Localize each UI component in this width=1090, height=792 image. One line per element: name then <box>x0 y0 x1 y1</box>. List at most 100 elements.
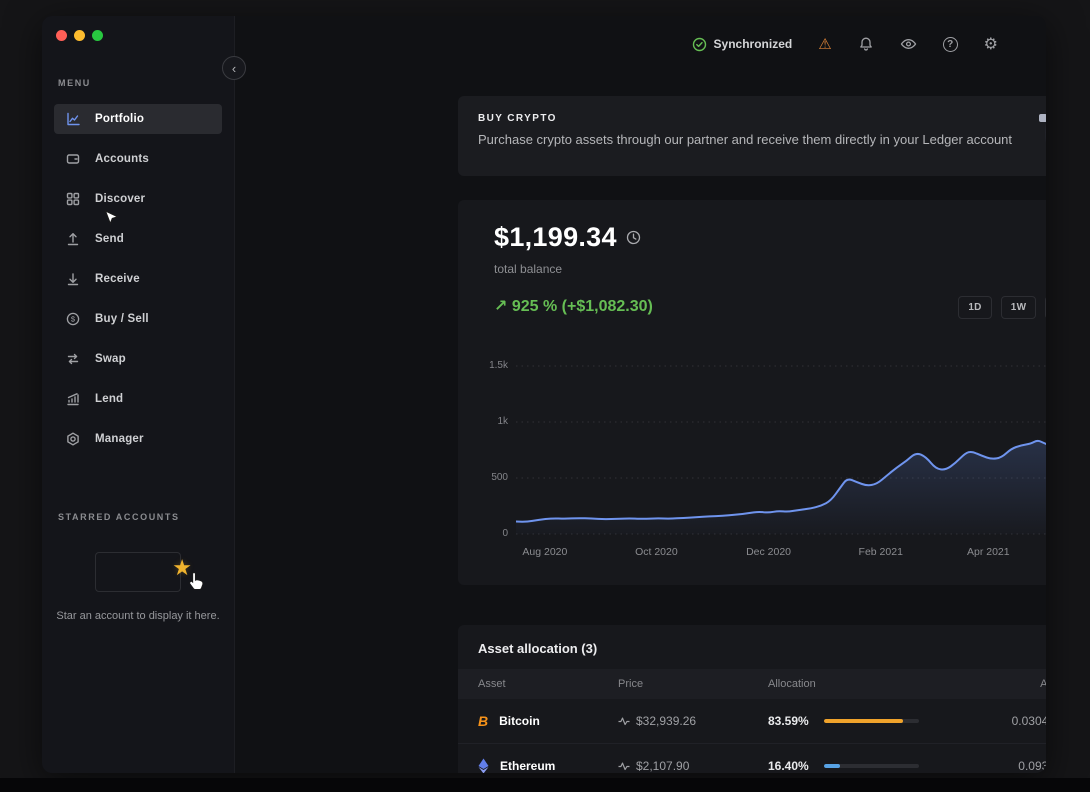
sync-status[interactable]: Synchronized <box>692 37 793 52</box>
send-icon <box>64 232 82 246</box>
x-axis-tick: Feb 2021 <box>859 546 903 558</box>
discover-icon <box>64 192 82 206</box>
balance-panel: $1,199.34 total balance ↗ 925 % (+$1,082… <box>458 200 1046 585</box>
sidebar-item-accounts[interactable]: Accounts <box>54 144 222 174</box>
topbar: Synchronized ⚠ ? ⚙ <box>235 16 1046 72</box>
check-circle-icon <box>692 37 707 52</box>
main-area: Synchronized ⚠ ? ⚙ <box>235 16 1046 773</box>
y-axis-tick: 1k <box>478 416 508 427</box>
banner-description: Purchase crypto assets through our partn… <box>478 132 1012 147</box>
allocation-row-ethereum[interactable]: Ethereum$2,107.9016.40%0.09331 ETH$196.6… <box>458 744 1046 773</box>
banner-title: BUY CRYPTO <box>478 113 557 124</box>
allocation-bar <box>824 764 919 768</box>
sidebar-item-label: Manager <box>95 433 144 445</box>
app-window: MENU Portfolio Accounts <box>42 16 1046 773</box>
y-axis-tick: 0 <box>478 528 508 539</box>
sidebar-nav: Portfolio Accounts Discover <box>54 104 222 464</box>
allocation-bar <box>824 719 919 723</box>
asset-allocation-panel: Asset allocation (3) AssetPriceAllocatio… <box>458 625 1046 773</box>
x-axis-tick: Apr 2021 <box>967 546 1010 558</box>
y-axis-tick: 1.5k <box>478 360 508 371</box>
balance-chart[interactable]: 05001k1.5k Aug <box>478 350 1046 570</box>
accounts-icon <box>64 152 82 166</box>
gear-icon[interactable]: ⚙ <box>984 34 998 54</box>
sidebar-item-label: Portfolio <box>95 113 144 125</box>
sidebar-item-portfolio[interactable]: Portfolio <box>54 104 222 134</box>
content: BUY CRYPTO Purchase crypto assets throug… <box>458 96 1046 176</box>
sidebar-item-label: Lend <box>95 393 123 405</box>
sidebar-item-label: Accounts <box>95 153 149 165</box>
total-balance-amount: $1,199.34 <box>494 222 617 253</box>
bell-icon[interactable] <box>858 36 874 52</box>
sidebar-item-receive[interactable]: Receive <box>54 264 222 294</box>
sidebar-item-label: Send <box>95 233 124 245</box>
swap-icon <box>64 352 82 366</box>
activity-icon <box>618 716 630 727</box>
desktop-background: MENU Portfolio Accounts <box>0 0 1090 792</box>
allocation-percent: 16.40% <box>768 759 814 773</box>
range-button-1m[interactable]: 1M <box>1045 296 1046 319</box>
question-mark-icon: ? <box>943 37 958 52</box>
asset-price: $32,939.26 <box>636 714 696 728</box>
allocation-table-header: AssetPriceAllocationAmountValue <box>458 669 1046 699</box>
clock-icon[interactable] <box>626 230 641 245</box>
sidebar: MENU Portfolio Accounts <box>42 16 235 773</box>
asset-name: Ethereum <box>500 759 555 773</box>
sidebar-item-buy-sell[interactable]: $ Buy / Sell <box>54 304 222 334</box>
allocation-column-header: Amount <box>908 678 1046 690</box>
zoom-window-button[interactable] <box>92 30 103 41</box>
range-selector: 1D1W1M1YALL <box>958 296 1046 319</box>
asset-allocation-title: Asset allocation (3) <box>458 625 1046 669</box>
sidebar-item-label: Receive <box>95 273 140 285</box>
help-icon[interactable]: ? <box>943 37 958 52</box>
x-axis-tick: Dec 2020 <box>746 546 791 558</box>
sidebar-item-discover[interactable]: Discover <box>54 184 222 214</box>
allocation-row-bitcoin[interactable]: BBitcoin$32,939.2683.59%0.030439 BTC$1,0… <box>458 699 1046 744</box>
bottom-strip <box>0 778 1090 792</box>
sidebar-item-label: Buy / Sell <box>95 313 149 325</box>
trend-up-icon: ↗ <box>494 298 507 315</box>
starred-hint-text: Star an account to display it here. <box>50 608 226 625</box>
range-button-1d[interactable]: 1D <box>958 296 991 319</box>
svg-text:$: $ <box>71 315 76 324</box>
sidebar-item-swap[interactable]: Swap <box>54 344 222 374</box>
hand-cursor-icon <box>188 571 206 596</box>
receive-icon <box>64 272 82 286</box>
minimize-window-button[interactable] <box>74 30 85 41</box>
collapse-sidebar-button[interactable]: ‹ <box>222 56 246 80</box>
warning-icon[interactable]: ⚠ <box>818 35 831 53</box>
x-axis-tick: Oct 2020 <box>635 546 678 558</box>
allocation-percent: 83.59% <box>768 714 814 728</box>
total-balance-caption: total balance <box>494 262 562 276</box>
portfolio-icon <box>64 112 82 126</box>
allocation-rows: BBitcoin$32,939.2683.59%0.030439 BTC$1,0… <box>458 699 1046 773</box>
manager-icon <box>64 432 82 446</box>
sidebar-item-lend[interactable]: Lend <box>54 384 222 414</box>
bitcoin-icon: B <box>478 713 488 729</box>
shopping-cart-illustration <box>1033 102 1046 176</box>
buy-crypto-banner[interactable]: BUY CRYPTO Purchase crypto assets throug… <box>458 96 1046 176</box>
sidebar-item-send[interactable]: Send <box>54 224 222 254</box>
allocation-column-header: Price <box>618 678 768 690</box>
sidebar-item-label: Discover <box>95 193 145 205</box>
asset-amount: 0.030439 BTC <box>919 714 1046 728</box>
x-axis-tick: Aug 2020 <box>522 546 567 558</box>
y-axis-tick: 500 <box>478 472 508 483</box>
eye-icon[interactable] <box>900 36 917 52</box>
asset-name: Bitcoin <box>499 714 540 728</box>
lend-icon <box>64 392 82 406</box>
asset-amount: 0.09331 ETH <box>919 759 1046 773</box>
activity-icon <box>618 761 630 772</box>
close-window-button[interactable] <box>56 30 67 41</box>
range-button-1w[interactable]: 1W <box>1001 296 1037 319</box>
allocation-column-header: Asset <box>478 678 618 690</box>
sidebar-item-label: Swap <box>95 353 126 365</box>
asset-price: $2,107.90 <box>636 759 689 773</box>
sidebar-item-manager[interactable]: Manager <box>54 424 222 454</box>
ethereum-icon <box>478 758 489 773</box>
sync-label: Synchronized <box>714 37 793 51</box>
balance-change-text: 925 % (+$1,082.30) <box>512 298 653 315</box>
traffic-lights <box>56 30 103 41</box>
mouse-cursor-icon <box>104 210 119 232</box>
balance-change: ↗ 925 % (+$1,082.30) <box>494 296 653 316</box>
